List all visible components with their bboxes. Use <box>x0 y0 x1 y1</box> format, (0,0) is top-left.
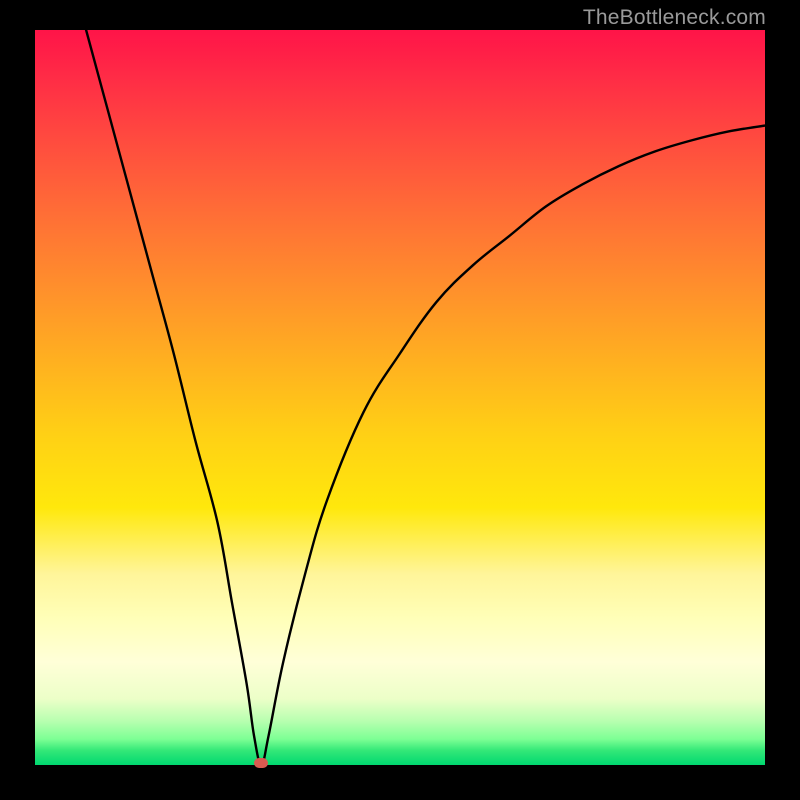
minimum-marker <box>254 758 268 768</box>
watermark-text: TheBottleneck.com <box>583 6 766 30</box>
chart-frame: TheBottleneck.com <box>0 0 800 800</box>
plot-area <box>35 30 765 765</box>
bottleneck-curve <box>35 30 765 765</box>
